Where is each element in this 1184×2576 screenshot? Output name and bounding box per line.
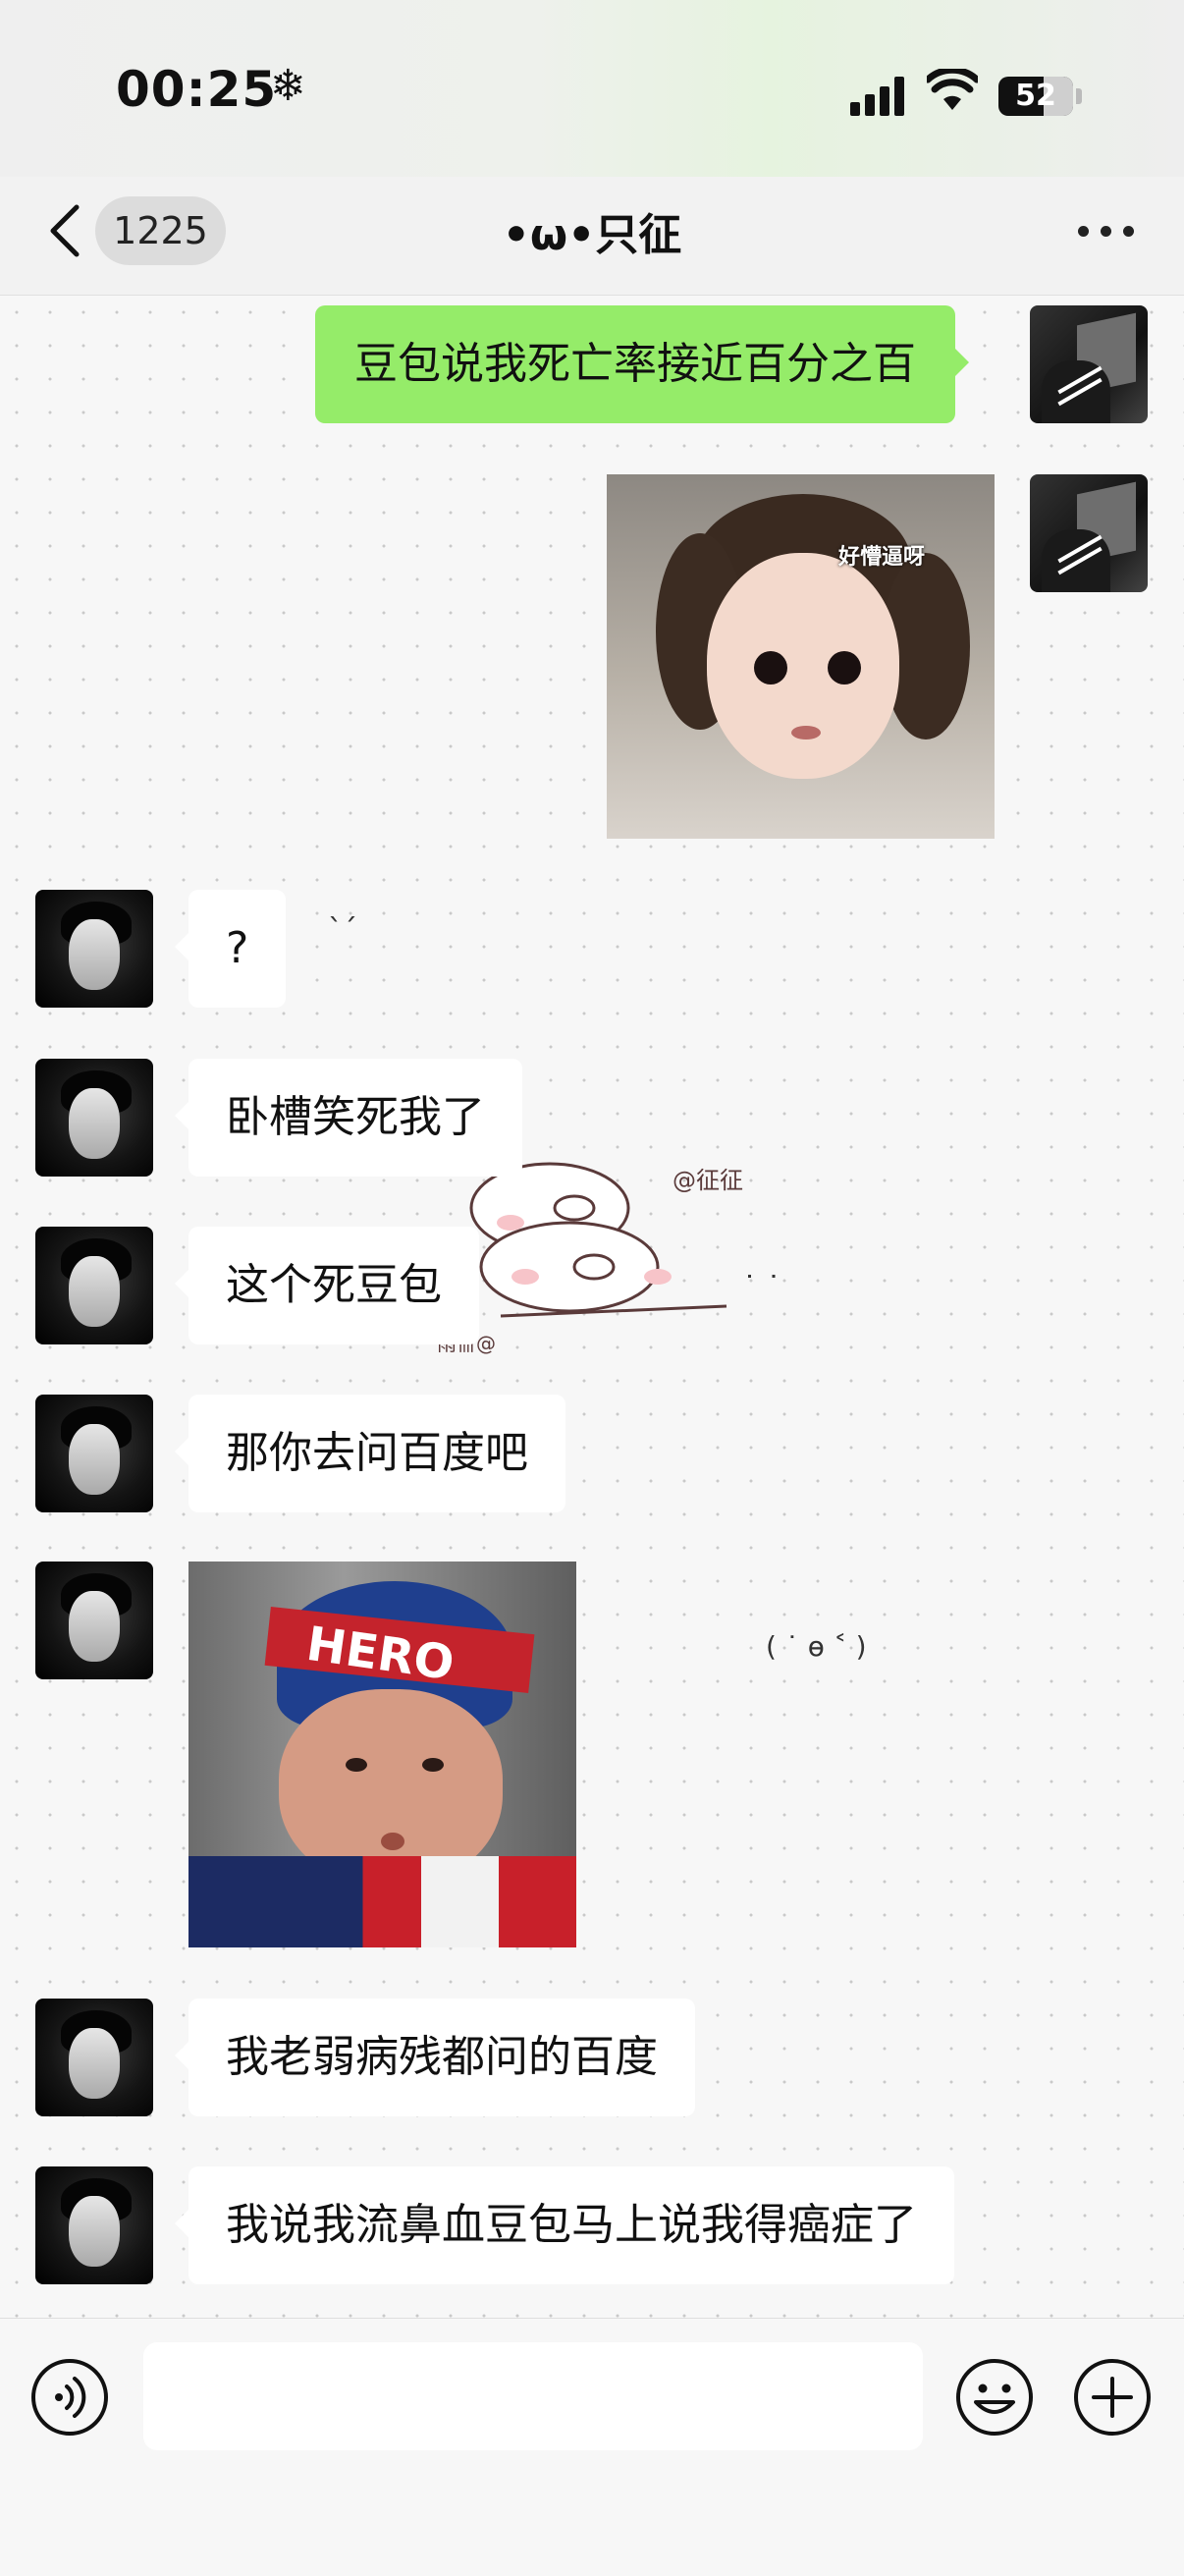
outgoing-image-message[interactable]: 好懵逼呀 bbox=[607, 474, 995, 839]
cellular-signal-icon bbox=[850, 77, 907, 116]
battery-tip bbox=[1076, 88, 1082, 104]
incoming-message-bubble[interactable]: 我说我流鼻血豆包马上说我得癌症了 bbox=[175, 2166, 954, 2284]
wifi-icon bbox=[927, 69, 978, 110]
sticker-dots: ˋˊ bbox=[328, 913, 357, 948]
incoming-image-message[interactable]: HERO bbox=[188, 1562, 576, 1947]
friend-avatar[interactable] bbox=[35, 1059, 153, 1177]
more-dots-icon[interactable] bbox=[1078, 226, 1137, 238]
my-avatar[interactable] bbox=[1030, 474, 1148, 592]
incoming-message-bubble[interactable]: 卧槽笑死我了 bbox=[175, 1059, 522, 1177]
voice-icon[interactable] bbox=[29, 2357, 110, 2438]
incoming-message-bubble[interactable]: 那你去问百度吧 bbox=[175, 1395, 565, 1512]
sticker-dots: ˙ ˙ bbox=[742, 1271, 781, 1305]
pig-tag-top: @征征 bbox=[673, 1167, 743, 1194]
clock: 00:25 bbox=[116, 61, 278, 118]
kaomoji-sticker: ( ˙ ɵ ˂ ) bbox=[766, 1630, 867, 1663]
incoming-message-bubble[interactable]: 我老弱病残都问的百度 bbox=[175, 1999, 695, 2116]
incoming-message-bubble[interactable]: 这个死豆包 bbox=[175, 1227, 479, 1344]
incoming-message-bubble[interactable]: ? bbox=[174, 890, 287, 1008]
outgoing-message-bubble[interactable]: 豆包说我死亡率接近百分之百 bbox=[315, 305, 969, 423]
status-bar: 00:25 ❄ 52 bbox=[0, 0, 1184, 177]
plus-icon[interactable] bbox=[1072, 2357, 1153, 2438]
friend-avatar[interactable] bbox=[35, 1562, 153, 1679]
friend-avatar[interactable] bbox=[35, 1999, 153, 2116]
chat-title: •ω•只征 bbox=[502, 210, 682, 260]
friend-avatar[interactable] bbox=[35, 1395, 153, 1512]
my-avatar[interactable] bbox=[1030, 305, 1148, 423]
focus-mode-icon: ❄ bbox=[270, 61, 306, 111]
emoji-icon[interactable] bbox=[954, 2357, 1035, 2438]
friend-avatar[interactable] bbox=[35, 2166, 153, 2284]
message-input[interactable] bbox=[143, 2342, 923, 2450]
image-caption: 好懵逼呀 bbox=[838, 545, 926, 570]
friend-avatar[interactable] bbox=[35, 1227, 153, 1344]
battery-indicator: 52 bbox=[998, 77, 1073, 116]
friend-avatar[interactable] bbox=[35, 890, 153, 1008]
